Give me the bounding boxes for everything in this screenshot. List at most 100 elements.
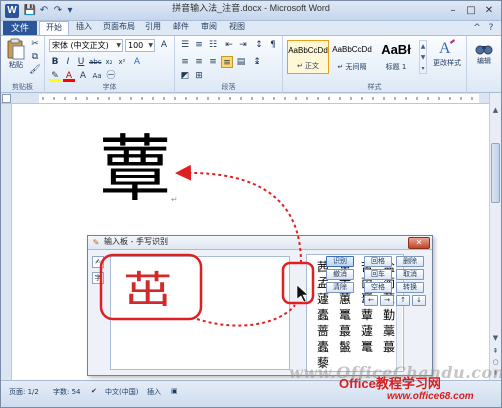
superscript-button[interactable]: x² — [116, 56, 128, 68]
tab-mailings[interactable]: 邮件 — [169, 21, 193, 35]
line-spacing-icon[interactable]: ↨ — [251, 56, 263, 68]
bullets-icon[interactable]: ☰ — [179, 39, 191, 51]
numbering-icon[interactable]: ≡ — [193, 39, 205, 51]
inserted-character[interactable]: 蕈 — [99, 129, 171, 209]
undo-button[interactable]: 撤消 — [326, 269, 354, 280]
style-heading-1[interactable]: AaBł 标题 1 — [375, 40, 417, 74]
arrow-right-button[interactable]: → — [380, 295, 394, 306]
text-effects-button[interactable]: A — [131, 56, 143, 68]
clear-button[interactable]: 清除 — [326, 282, 354, 293]
next-page-icon[interactable]: ⇟ — [490, 368, 501, 379]
tab-view[interactable]: 视图 — [225, 21, 249, 35]
tab-insert[interactable]: 插入 — [71, 21, 97, 35]
candidate-char[interactable]: 蘧 — [357, 323, 377, 339]
arrow-left-button[interactable]: ← — [364, 295, 378, 306]
handwriting-canvas[interactable]: 茁 — [110, 256, 290, 370]
increase-indent-icon[interactable]: ⇥ — [237, 39, 249, 51]
decrease-indent-icon[interactable]: ⇤ — [223, 39, 235, 51]
change-styles-button[interactable]: A 更改样式 — [429, 38, 465, 78]
candidate-char[interactable]: 鼍 — [357, 339, 377, 355]
styles-scroll[interactable]: ▲ ▼ ▾ — [419, 40, 427, 74]
scroll-up-icon[interactable]: ▲ — [490, 105, 501, 116]
char-shading-button[interactable]: A — [77, 70, 89, 82]
candidate-char[interactable] — [335, 355, 355, 371]
align-center-icon[interactable]: ≡ — [193, 56, 205, 68]
arrow-up-button[interactable]: ↑ — [396, 295, 410, 306]
tab-home[interactable]: 开始 — [39, 21, 69, 36]
enter-button[interactable]: 回车 — [364, 269, 392, 280]
minimize-button[interactable]: – — [445, 3, 461, 18]
borders-icon[interactable]: ⊞ — [193, 70, 205, 82]
style-no-spacing[interactable]: AaBbCcDd ↵ 无间隔 — [331, 40, 373, 74]
scroll-thumb[interactable] — [491, 143, 500, 203]
tab-selector[interactable] — [2, 94, 11, 103]
close-button[interactable]: ✕ — [481, 3, 497, 18]
recognize-button[interactable]: 识别 — [326, 256, 354, 267]
candidate-char[interactable]: 蠹 — [313, 307, 333, 323]
sort-icon[interactable]: ↕ — [253, 39, 265, 51]
distributed-icon[interactable]: ▤ — [235, 56, 247, 68]
backspace-button[interactable]: 回格 — [364, 256, 392, 267]
enclose-char-button[interactable]: ㊀ — [105, 70, 117, 82]
scroll-down-icon[interactable]: ▼ — [490, 333, 501, 344]
vertical-ruler[interactable] — [1, 104, 12, 380]
align-left-icon[interactable]: ≡ — [179, 56, 191, 68]
grow-font-icon[interactable]: A — [158, 39, 170, 51]
candidate-char[interactable]: 蠹 — [313, 339, 333, 355]
underline-button[interactable]: U — [75, 56, 87, 68]
horizontal-ruler[interactable] — [1, 93, 501, 104]
bold-button[interactable]: B — [49, 56, 61, 68]
handwriting-mode-icon[interactable]: ✍ — [92, 256, 104, 268]
candidate-char[interactable]: 蘧 — [313, 291, 333, 307]
candidate-char[interactable]: 鬣 — [335, 339, 355, 355]
justify-icon[interactable]: ≡ — [221, 56, 233, 68]
cut-icon[interactable]: ✂ — [29, 38, 41, 50]
cancel-button[interactable]: 取消 — [396, 269, 424, 280]
panel-title-bar[interactable]: ✎ 输入板 - 手写识别 ✕ — [88, 236, 432, 250]
delete-button[interactable]: 删除 — [396, 256, 424, 267]
space-button[interactable]: 空格 — [364, 282, 392, 293]
language-status[interactable]: 中文(中国) — [105, 387, 138, 397]
help-icon[interactable]: ? — [485, 22, 497, 34]
paste-button[interactable]: 粘贴 — [5, 38, 27, 74]
candidate-char[interactable]: 蕈 — [357, 307, 377, 323]
tab-references[interactable]: 引用 — [141, 21, 165, 35]
candidate-char[interactable]: 蔷 — [313, 323, 333, 339]
multilevel-list-icon[interactable]: ☷ — [207, 39, 219, 51]
vertical-scrollbar[interactable]: ▲ ▼ ⇞ ○ ⇟ — [489, 93, 501, 380]
word-count[interactable]: 字数: 54 — [53, 387, 81, 397]
panel-close-button[interactable]: ✕ — [408, 237, 430, 249]
candidate-char[interactable]: 蕞 — [335, 323, 355, 339]
page-count[interactable]: 页面: 1/2 — [9, 387, 39, 397]
candidate-char[interactable] — [357, 355, 377, 371]
dictionary-mode-icon[interactable]: 字 — [92, 272, 104, 284]
style-normal[interactable]: AaBbCcDd ↵ 正文 — [287, 40, 329, 74]
maximize-button[interactable]: □ — [463, 3, 479, 18]
candidate-char[interactable]: 藜 — [313, 355, 333, 371]
show-marks-icon[interactable]: ¶ — [267, 39, 279, 51]
macro-record-icon[interactable]: ▣ — [171, 387, 178, 395]
candidate-char[interactable]: 蕙 — [335, 291, 355, 307]
arrow-down-button[interactable]: ↓ — [412, 295, 426, 306]
minimize-ribbon-icon[interactable]: ^ — [471, 22, 483, 34]
tab-review[interactable]: 审阅 — [197, 21, 221, 35]
tab-page-layout[interactable]: 页面布局 — [99, 21, 139, 35]
subscript-button[interactable]: x₂ — [103, 56, 115, 68]
tab-file[interactable]: 文件 — [3, 21, 37, 35]
candidate-char[interactable]: 鼍 — [335, 307, 355, 323]
prev-page-icon[interactable]: ⇞ — [490, 346, 501, 357]
italic-button[interactable]: I — [62, 56, 74, 68]
align-right-icon[interactable]: ≡ — [207, 56, 219, 68]
proofing-icon[interactable]: ✔ — [91, 387, 97, 395]
insert-mode[interactable]: 插入 — [147, 387, 161, 397]
font-size-combo[interactable]: 100 ▼ — [125, 39, 155, 52]
convert-button[interactable]: 转换 — [396, 282, 424, 293]
highlight-button[interactable]: ✎ — [49, 70, 61, 82]
shading-icon[interactable]: ◩ — [179, 70, 191, 82]
copy-icon[interactable]: ⧉ — [29, 51, 41, 63]
format-painter-icon[interactable]: 🖌 — [29, 64, 41, 76]
font-color-button[interactable]: A — [63, 70, 75, 82]
font-name-combo[interactable]: 宋体 (中文正文) ▼ — [49, 39, 123, 52]
editing-button[interactable]: 编辑 — [470, 40, 498, 76]
change-case-button[interactable]: Aa — [91, 70, 103, 82]
